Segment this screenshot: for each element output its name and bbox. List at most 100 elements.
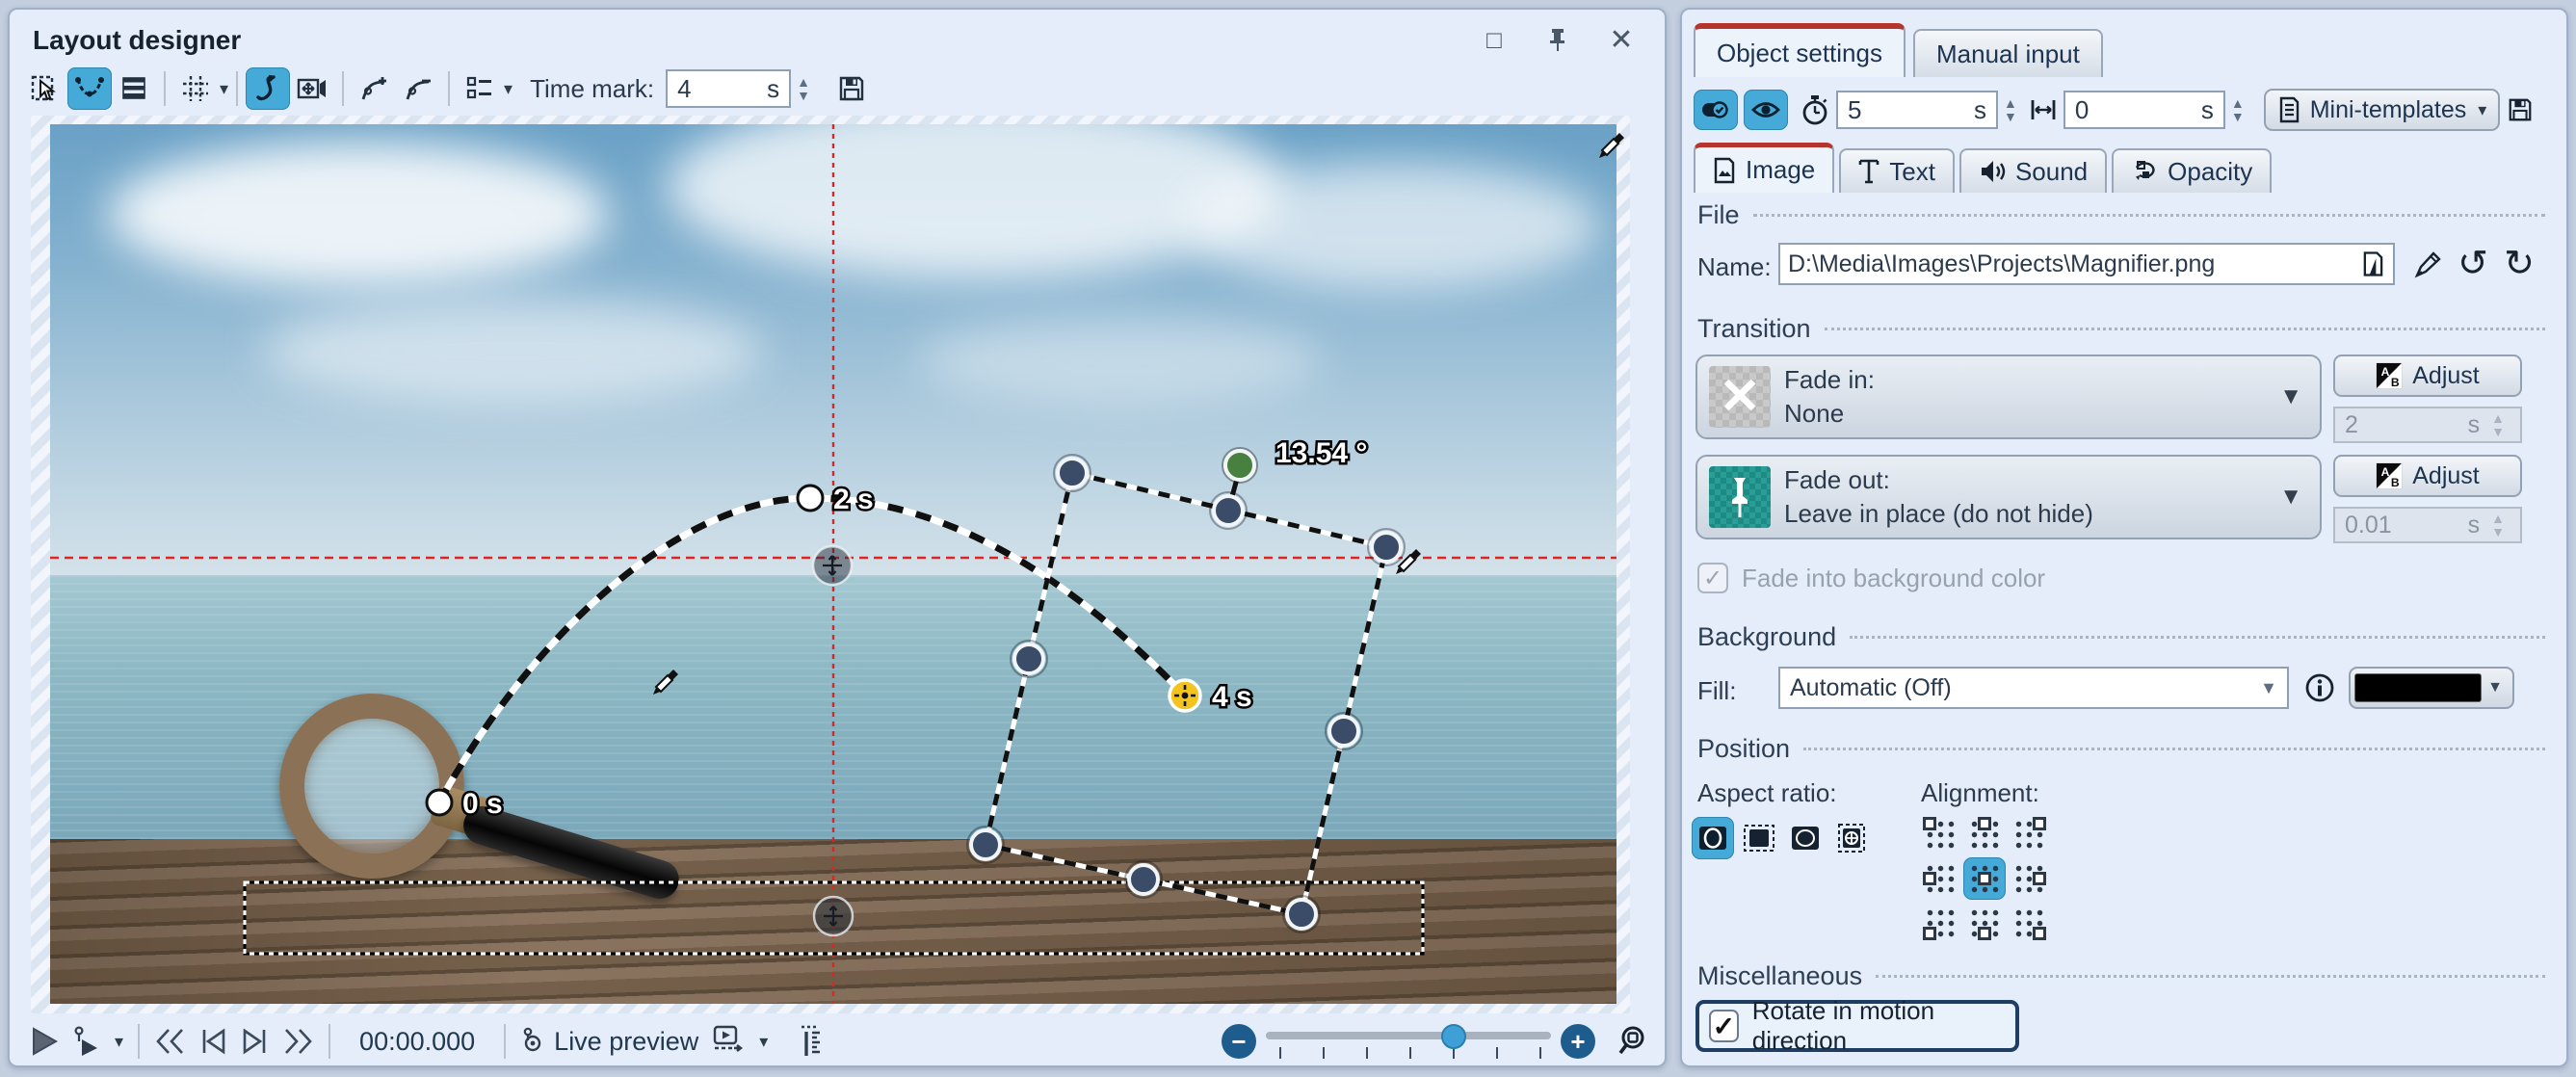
align-middle-right-button[interactable] xyxy=(2008,857,2050,900)
tab-object-settings[interactable]: Object settings xyxy=(1694,23,1906,77)
file-name-input[interactable] xyxy=(1788,250,2361,278)
fill-dropdown[interactable]: Automatic (Off) ▼ xyxy=(1778,667,2289,709)
rotate-in-motion-direction-checkbox[interactable]: ✓ Rotate in motion direction xyxy=(1695,1000,2019,1052)
rotation-center-marker[interactable] xyxy=(813,546,852,585)
aspect-custom-button[interactable] xyxy=(1830,817,1873,859)
keyframe-4s-selected[interactable] xyxy=(1170,680,1200,711)
rewind-button[interactable] xyxy=(147,1020,192,1063)
grid-tool-button[interactable] xyxy=(173,67,218,110)
align-top-left-button[interactable] xyxy=(1919,813,1961,855)
align-top-center-button[interactable] xyxy=(1963,813,2006,855)
time-mark-spinbox[interactable]: s xyxy=(666,69,791,108)
add-keyframe-button[interactable] xyxy=(352,67,396,110)
tab-opacity[interactable]: Opacity xyxy=(2112,148,2272,193)
zoom-in-button[interactable]: + xyxy=(1561,1024,1595,1059)
duration-input[interactable] xyxy=(1848,95,1966,125)
playback-time: 00:00.000 xyxy=(338,1027,496,1057)
keyframe-4s-label: 4 s xyxy=(1212,681,1252,713)
fill-color-picker[interactable]: ▼ xyxy=(2349,667,2514,709)
designer-toolbar: ▾ ▾ Time mark: s ▲▼ xyxy=(23,66,874,112)
live-preview-label: Live preview xyxy=(548,1027,704,1057)
zoom-out-button[interactable]: − xyxy=(1222,1024,1256,1059)
maximize-icon[interactable]: □ xyxy=(1478,23,1511,56)
select-tool-button[interactable] xyxy=(23,67,67,110)
align-center-button[interactable] xyxy=(1963,857,2006,900)
rotate-right-icon[interactable]: ↻ xyxy=(2499,241,2539,285)
aspect-keep-button[interactable] xyxy=(1692,817,1734,859)
apply-toggle-button[interactable] xyxy=(1694,90,1738,130)
align-middle-left-button[interactable] xyxy=(1919,857,1961,900)
play-button[interactable] xyxy=(23,1020,66,1063)
tab-sound[interactable]: Sound xyxy=(1959,148,2107,193)
curve-mode-button[interactable] xyxy=(246,67,290,110)
time-mark-input[interactable] xyxy=(677,74,759,104)
time-mark-stepper[interactable]: ▲▼ xyxy=(791,75,816,102)
grid-dropdown-caret[interactable]: ▾ xyxy=(220,79,228,99)
display-options-button[interactable] xyxy=(458,67,502,110)
offset-input[interactable] xyxy=(2075,95,2194,125)
svg-text:A: A xyxy=(2381,465,2390,479)
align-top-right-button[interactable] xyxy=(2008,813,2050,855)
duration-spinbox[interactable]: s xyxy=(1836,91,1998,129)
align-bottom-right-button[interactable] xyxy=(2008,902,2050,944)
previous-frame-button[interactable] xyxy=(192,1020,234,1063)
aspect-crop-button[interactable] xyxy=(1784,817,1827,859)
visibility-eye-button[interactable] xyxy=(1744,90,1788,130)
rotate-left-icon[interactable]: ↺ xyxy=(2453,241,2493,285)
preview-window-icon[interactable] xyxy=(704,1020,750,1063)
duration-stepper[interactable]: ▲▼ xyxy=(1998,96,2023,123)
keyframe-0s-label: 0 s xyxy=(462,788,503,820)
rotation-handle[interactable] xyxy=(1222,448,1257,483)
performance-monitor-icon[interactable] xyxy=(792,1020,830,1063)
offset-spinbox[interactable]: s xyxy=(2063,91,2225,129)
fade-out-adjust-button[interactable]: AB Adjust xyxy=(2333,455,2522,497)
edit-image-icon[interactable] xyxy=(2409,245,2448,283)
save-template-icon[interactable] xyxy=(2500,89,2540,131)
keyframe-2s[interactable] xyxy=(798,486,823,511)
fade-out-duration-spinbox: 0.01 s ▲▼ xyxy=(2333,507,2522,543)
checkbox-checked-icon: ✓ xyxy=(1697,563,1728,593)
chevron-down-icon: ▼ xyxy=(2482,679,2509,696)
align-bottom-center-button[interactable] xyxy=(1963,902,2006,944)
fade-out-dropdown[interactable]: Fade out: Leave in place (do not hide) ▼ xyxy=(1695,455,2322,539)
file-name-field[interactable] xyxy=(1778,243,2395,285)
preview-options-caret[interactable]: ▾ xyxy=(752,1020,775,1063)
aspect-stretch-button[interactable] xyxy=(1738,817,1780,859)
object-center-marker[interactable] xyxy=(814,897,853,935)
live-preview-pin-icon[interactable] xyxy=(513,1020,548,1063)
play-from-timemark-button[interactable] xyxy=(66,1020,106,1063)
document-icon xyxy=(2277,96,2300,123)
fade-in-adjust-button[interactable]: AB Adjust xyxy=(2333,355,2522,397)
remove-keyframe-button[interactable] xyxy=(396,67,440,110)
info-icon[interactable] xyxy=(2300,669,2339,707)
close-icon[interactable]: ✕ xyxy=(1605,23,1638,56)
align-bottom-left-button[interactable] xyxy=(1919,902,1961,944)
zoom-fit-icon[interactable] xyxy=(1611,1020,1659,1063)
offset-stepper[interactable]: ▲▼ xyxy=(2225,96,2250,123)
fill-label: Fill: xyxy=(1697,676,1736,706)
browse-file-icon[interactable] xyxy=(2361,250,2385,278)
motion-path-tool-button[interactable] xyxy=(67,67,112,110)
fade-in-dropdown[interactable]: Fade in: None ▼ xyxy=(1695,355,2322,439)
layers-tool-button[interactable] xyxy=(112,67,156,110)
keyframe-0s[interactable] xyxy=(427,790,452,815)
zoom-slider[interactable] xyxy=(1266,1024,1551,1059)
mini-templates-dropdown[interactable]: Mini-templates ▾ xyxy=(2264,89,2501,131)
tab-text[interactable]: Text xyxy=(1839,148,1955,193)
brush-cursor-icon xyxy=(653,670,678,695)
tab-manual-input[interactable]: Manual input xyxy=(1913,29,2103,77)
zoom-slider-thumb[interactable] xyxy=(1441,1024,1466,1049)
next-frame-button[interactable] xyxy=(234,1020,276,1063)
motion-path[interactable] xyxy=(439,498,1185,802)
chevron-down-icon: ▼ xyxy=(2260,678,2277,698)
fast-forward-button[interactable] xyxy=(276,1020,321,1063)
fit-camera-button[interactable] xyxy=(290,67,334,110)
image-icon xyxy=(1713,157,1736,184)
fade-into-background-checkbox[interactable]: ✓ Fade into background color xyxy=(1697,563,2045,593)
pin-icon[interactable] xyxy=(1541,23,1574,56)
display-options-caret[interactable]: ▾ xyxy=(504,79,513,99)
tab-image[interactable]: Image xyxy=(1694,143,1834,193)
play-options-caret[interactable]: ▾ xyxy=(108,1020,130,1063)
layout-canvas[interactable]: 0 s 2 s 4 s 13.54 ° xyxy=(31,116,1630,1013)
save-icon[interactable] xyxy=(829,67,874,110)
